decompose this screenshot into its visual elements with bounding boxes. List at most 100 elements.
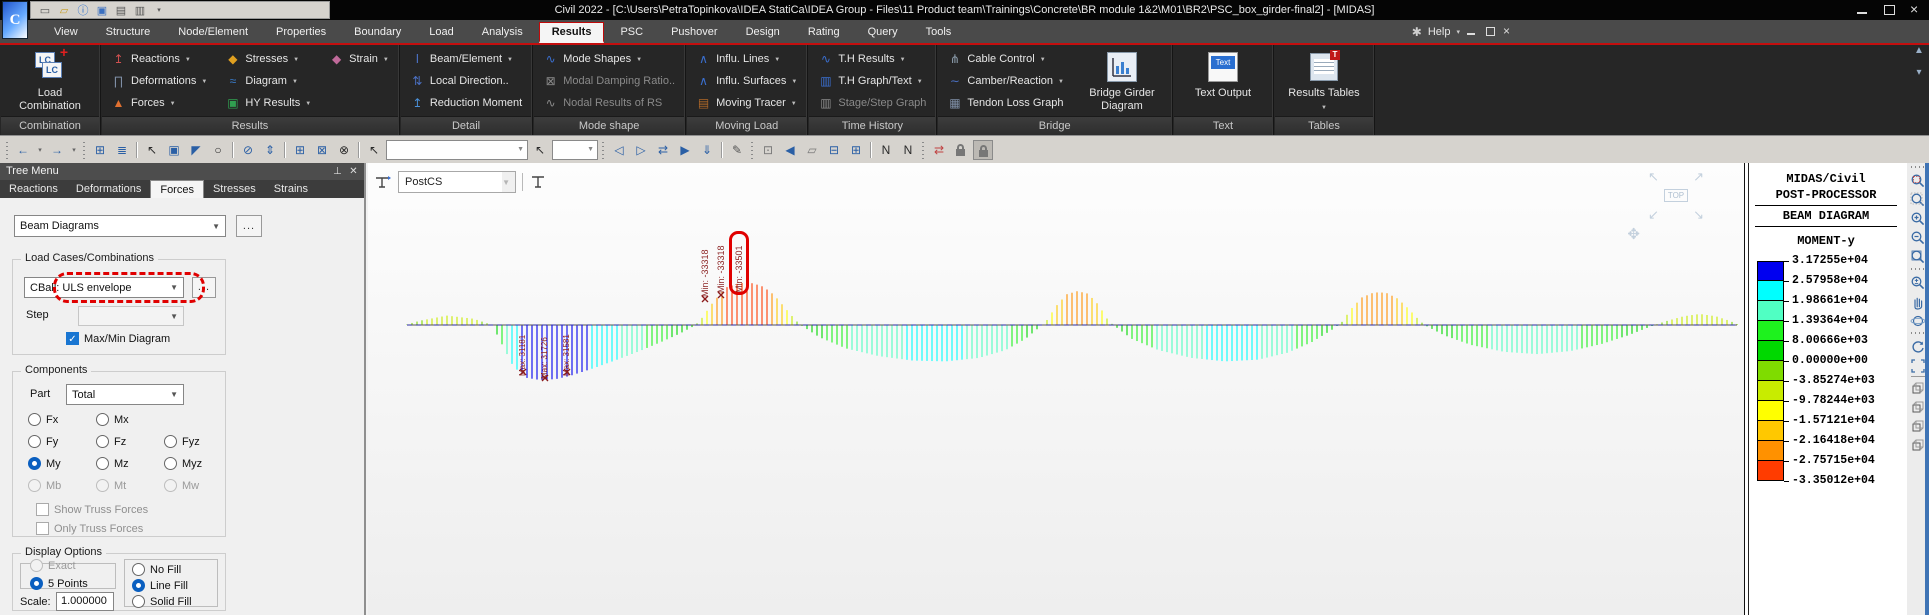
redo-icon[interactable]: → — [47, 140, 67, 160]
pick-select-icon[interactable]: ↖ — [364, 140, 384, 160]
radio-line-fill[interactable]: Line Fill — [132, 579, 188, 592]
tab-forces[interactable]: Forces — [150, 180, 204, 198]
menu-structure[interactable]: Structure — [94, 23, 163, 41]
checkbox-only-truss-forces[interactable]: Only Truss Forces — [36, 522, 143, 535]
ribbon-item-cable-control[interactable]: ⋔ Cable Control ▼ — [945, 48, 1066, 70]
ribbon-item-tendon-loss-graph[interactable]: ▦ Tendon Loss Graph — [945, 92, 1066, 114]
radio-fz[interactable]: Fz — [96, 435, 126, 448]
select-icon[interactable]: ↖ — [142, 140, 162, 160]
lock-icon[interactable] — [973, 139, 993, 160]
node-number-icon[interactable]: N — [876, 140, 896, 160]
model-hierarchy-icon[interactable]: ≣ — [112, 140, 132, 160]
ribbon-big-results-tables[interactable]: Results Tables ▼ — [1282, 48, 1366, 116]
menu-results[interactable]: Results — [538, 22, 605, 43]
radio-5-points[interactable]: 5 Points — [30, 577, 88, 590]
tab-deformations[interactable]: Deformations — [67, 180, 150, 198]
ribbon-item-forces[interactable]: ▲ Forces ▼ — [109, 92, 209, 114]
minimize-button[interactable] — [1855, 3, 1871, 16]
play-icon[interactable]: ▶ — [675, 140, 695, 160]
ribbon-item-moving-tracer[interactable]: ▤ Moving Tracer ▼ — [694, 92, 799, 114]
radio-fx[interactable]: Fx — [28, 413, 58, 426]
unselect-all-icon[interactable]: ⊠ — [312, 140, 332, 160]
radio-solid-fill[interactable]: Solid Fill — [132, 595, 192, 608]
radio-my[interactable]: My — [28, 457, 61, 470]
ribbon-options-icon[interactable]: ▾ — [1911, 67, 1927, 81]
ribbon-item-t-h-graph-text[interactable]: ▥ T.H Graph/Text ▼ — [816, 70, 928, 92]
select-previous-icon[interactable]: ◤ — [186, 140, 206, 160]
checkbox-show-truss-forces[interactable]: Show Truss Forces — [36, 503, 148, 516]
menu-node-element[interactable]: Node/Element — [166, 23, 260, 41]
unselect-window-icon[interactable]: ⊞ — [290, 140, 310, 160]
ribbon-big-load-combination[interactable]: LC LC + Load Combination — [8, 45, 92, 116]
select-circle-icon[interactable]: ○ — [208, 140, 228, 160]
ribbon-item-hy-results[interactable]: ▣ HY Results ▼ — [223, 92, 313, 114]
monitor-icon[interactable]: ⊟ — [824, 140, 844, 160]
ribbon-item-local-direction[interactable]: ⇅ Local Direction.. — [408, 70, 524, 92]
ribbon-item-t-h-results[interactable]: ∿ T.H Results ▼ — [816, 48, 928, 70]
ribbon-collapse-icon[interactable]: ▲ — [1911, 45, 1927, 59]
ribbon-item-stresses[interactable]: ◆ Stresses ▼ — [223, 48, 313, 70]
radio-mx[interactable]: Mx — [96, 413, 129, 426]
ribbon-item-influ-lines[interactable]: ∧ Influ. Lines ▼ — [694, 48, 799, 70]
unlock-icon[interactable] — [951, 140, 971, 160]
menu-design[interactable]: Design — [734, 23, 792, 41]
element-number-icon[interactable]: N — [898, 140, 918, 160]
help-dropdown-icon[interactable]: ▾ — [1456, 28, 1460, 36]
ribbon-item-strain[interactable]: ◆ Strain ▼ — [327, 48, 391, 70]
ribbon-item-influ-surfaces[interactable]: ∧ Influ. Surfaces ▼ — [694, 70, 799, 92]
dashed-window-icon[interactable]: ⊡ — [758, 140, 778, 160]
undo-icon[interactable]: ← — [13, 140, 33, 160]
part-combo[interactable]: Total ▼ — [66, 384, 184, 405]
polygon-select-icon[interactable]: ◁ — [609, 140, 629, 160]
ribbon-item-beam-element[interactable]: Ⅰ Beam/Element ▼ — [408, 48, 524, 70]
undo-dropdown-icon[interactable]: ▾ — [35, 140, 45, 160]
paste-node-icon[interactable]: ⊞ — [90, 140, 110, 160]
tab-reactions[interactable]: Reactions — [0, 180, 67, 198]
restore-button[interactable] — [1881, 3, 1897, 16]
menu-pushover[interactable]: Pushover — [659, 23, 729, 41]
group-combo[interactable]: ▼ — [552, 139, 598, 160]
result-type-browse-button[interactable]: ... — [236, 215, 262, 237]
close-button[interactable] — [1907, 1, 1923, 17]
mdi-close-button[interactable] — [1502, 24, 1514, 38]
menu-psc[interactable]: PSC — [608, 23, 655, 41]
radio-no-fill[interactable]: No Fill — [132, 563, 181, 576]
help-menu[interactable]: Help — [1428, 26, 1451, 38]
menu-view[interactable]: View — [42, 23, 90, 41]
maxmin-diagram-checkbox[interactable]: ✓ Max/Min Diagram — [66, 332, 170, 345]
ribbon-item-diagram[interactable]: ≈ Diagram ▼ — [223, 70, 313, 92]
ribbon-item-deformations[interactable]: ∏ Deformations ▼ — [109, 70, 209, 92]
polygon-unselect-icon[interactable]: ▷ — [631, 140, 651, 160]
swap-icon[interactable]: ⇄ — [653, 140, 673, 160]
pin-icon[interactable]: ⊥ — [331, 165, 344, 178]
menu-analysis[interactable]: Analysis — [470, 23, 535, 41]
menu-tools[interactable]: Tools — [914, 23, 964, 41]
speaker-icon[interactable]: ◀ — [780, 140, 800, 160]
redo-dropdown-icon[interactable]: ▾ — [69, 140, 79, 160]
panel-close-icon[interactable]: ✕ — [347, 165, 360, 178]
ribbon-big-bridge-girder-diagram[interactable]: Bridge Girder Diagram — [1080, 48, 1164, 116]
ribbon-item-mode-shapes[interactable]: ∿ Mode Shapes ▼ — [541, 48, 677, 70]
monitor-settings-icon[interactable]: ⊞ — [846, 140, 866, 160]
tab-stresses[interactable]: Stresses — [204, 180, 265, 198]
named-selection-combo[interactable]: ▼ — [386, 139, 528, 160]
edit-icon[interactable]: ✎ — [727, 140, 747, 160]
load-combination-browse-button[interactable]: ... — [192, 277, 216, 298]
select-window-icon[interactable]: ▣ — [164, 140, 184, 160]
menu-load[interactable]: Load — [417, 23, 465, 41]
mdi-minimize-button[interactable] — [1466, 26, 1478, 37]
radio-mz[interactable]: Mz — [96, 457, 129, 470]
menu-rating[interactable]: Rating — [796, 23, 852, 41]
ribbon-item-reduction-moment[interactable]: ↥ Reduction Moment — [408, 92, 524, 114]
ribbon-big-text-output[interactable]: Text Text Output — [1181, 48, 1265, 116]
zoom-select-icon[interactable]: ⊗ — [334, 140, 354, 160]
menu-boundary[interactable]: Boundary — [342, 23, 413, 41]
step-combo[interactable]: ▼ — [78, 306, 184, 326]
tab-strains[interactable]: Strains — [265, 180, 317, 198]
model-viewport[interactable]: PostCS ▼ ↖ ↗ TOP ↙ ↘ ✥ Min: -33318 Min: -… — [368, 163, 1744, 615]
scale-input[interactable]: 1.000000 — [56, 592, 114, 611]
swap-colors-icon[interactable]: ⇄ — [929, 140, 949, 160]
select-identity-icon[interactable]: ⊘ — [238, 140, 258, 160]
radio-fyz[interactable]: Fyz — [164, 435, 200, 448]
menu-properties[interactable]: Properties — [264, 23, 338, 41]
